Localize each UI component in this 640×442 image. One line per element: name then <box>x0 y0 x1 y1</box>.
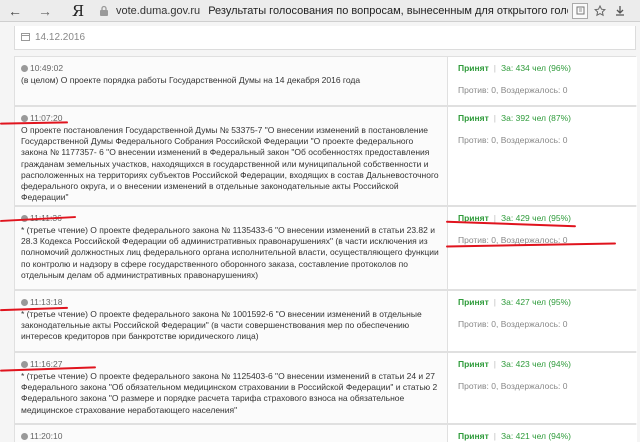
votes-against: Против: 0, Воздержалось: 0 <box>458 381 568 391</box>
vote-result: Принят | За: 427 чел (95%) Против: 0, Возд… <box>447 291 637 351</box>
vote-time: 11:11:36 <box>21 213 441 224</box>
votes-for: За: 434 чел (96%) <box>501 63 572 73</box>
vote-info: 11:20:10 <box>15 425 447 442</box>
status-badge: Принят <box>458 297 489 307</box>
browser-toolbar: ← → Я vote.duma.gov.ru Результаты голосо… <box>0 0 640 22</box>
votes-for: За: 427 чел (95%) <box>501 297 572 307</box>
vote-info: 11:13:18 * (третье чтение) О проекте фед… <box>15 291 447 351</box>
address-bar-url[interactable]: vote.duma.gov.ru <box>116 5 200 17</box>
votes-against: Против: 0, Воздержалось: 0 <box>458 85 568 95</box>
page-title: Результаты голосования по вопросам, выне… <box>208 4 568 17</box>
vote-row[interactable]: 11:11:36 * (третье чтение) О проекте фед… <box>14 206 637 290</box>
vote-info: 11:11:36 * (третье чтение) О проекте фед… <box>15 207 447 289</box>
vote-time: 11:20:10 <box>21 431 441 442</box>
vote-result: Принят | За: 434 чел (96%) Против: 0, Возд… <box>447 57 637 105</box>
vote-description: О проекте постановления Государственной … <box>21 125 439 203</box>
votes-for: За: 423 чел (94%) <box>501 359 572 369</box>
votes-against: Против: 0, Воздержалось: 0 <box>458 135 568 145</box>
vote-row[interactable]: 11:16:27 * (третье чтение) О проекте фед… <box>14 352 637 424</box>
forward-arrow-icon[interactable]: → <box>34 0 56 22</box>
vote-row[interactable]: 10:49:02 (в целом) О проекте порядка раб… <box>14 56 637 106</box>
clock-icon <box>21 115 28 122</box>
clock-icon <box>21 433 28 440</box>
status-badge: Принят <box>458 359 489 369</box>
votes-for: За: 392 чел (87%) <box>501 113 572 123</box>
yandex-logo[interactable]: Я <box>68 2 88 20</box>
vote-result: Принят | За: 429 чел (95%) Против: 0, Возд… <box>447 207 637 289</box>
vote-description: * (третье чтение) О проекте федерального… <box>21 225 439 280</box>
vote-time: 11:13:18 <box>21 297 441 308</box>
votes-against: Против: 0, Воздержалось: 0 <box>458 319 568 329</box>
vote-result: Принят | За: 421 чел (94%) <box>447 425 637 442</box>
page-content: 14.12.2016 10:49:02 (в целом) О проекте … <box>0 22 640 442</box>
votes-for: За: 421 чел (94%) <box>501 431 572 441</box>
clock-icon <box>21 65 28 72</box>
vote-info: 11:16:27 * (третье чтение) О проекте фед… <box>15 353 447 423</box>
vote-row[interactable]: 11:13:18 * (третье чтение) О проекте фед… <box>14 290 637 352</box>
vote-time: 10:49:02 <box>21 63 441 74</box>
date-header: 14.12.2016 <box>14 26 636 50</box>
vote-result: Принят | За: 423 чел (94%) Против: 0, Возд… <box>447 353 637 423</box>
vote-info: 11:07:20 О проекте постановления Государ… <box>15 107 447 205</box>
back-arrow-icon[interactable]: ← <box>4 0 26 22</box>
calendar-icon <box>21 32 30 43</box>
vote-info: 10:49:02 (в целом) О проекте порядка раб… <box>15 57 447 105</box>
status-badge: Принят <box>458 431 489 441</box>
vote-time: 11:07:20 <box>21 113 441 124</box>
vote-description: * (третье чтение) О проекте федерального… <box>21 371 438 415</box>
download-icon[interactable] <box>612 3 628 19</box>
session-date: 14.12.2016 <box>35 32 86 43</box>
vote-row[interactable]: 11:20:10 Принят | За: 421 чел (94%) <box>14 424 637 442</box>
vote-result: Принят | За: 392 чел (87%) Против: 0, Возд… <box>447 107 637 205</box>
clock-icon <box>21 361 28 368</box>
clock-icon <box>21 299 28 306</box>
vote-description: * (третье чтение) О проекте федерального… <box>21 309 422 342</box>
votes-for: За: 429 чел (95%) <box>501 213 572 223</box>
status-badge: Принят <box>458 63 489 73</box>
page-action-icon[interactable] <box>572 2 589 19</box>
lock-icon[interactable] <box>96 3 112 19</box>
bookmark-star-icon[interactable] <box>592 3 608 19</box>
vote-row[interactable]: 11:07:20 О проекте постановления Государ… <box>14 106 637 206</box>
vote-description: (в целом) О проекте порядка работы Госуд… <box>21 75 361 85</box>
status-badge: Принят <box>458 113 489 123</box>
